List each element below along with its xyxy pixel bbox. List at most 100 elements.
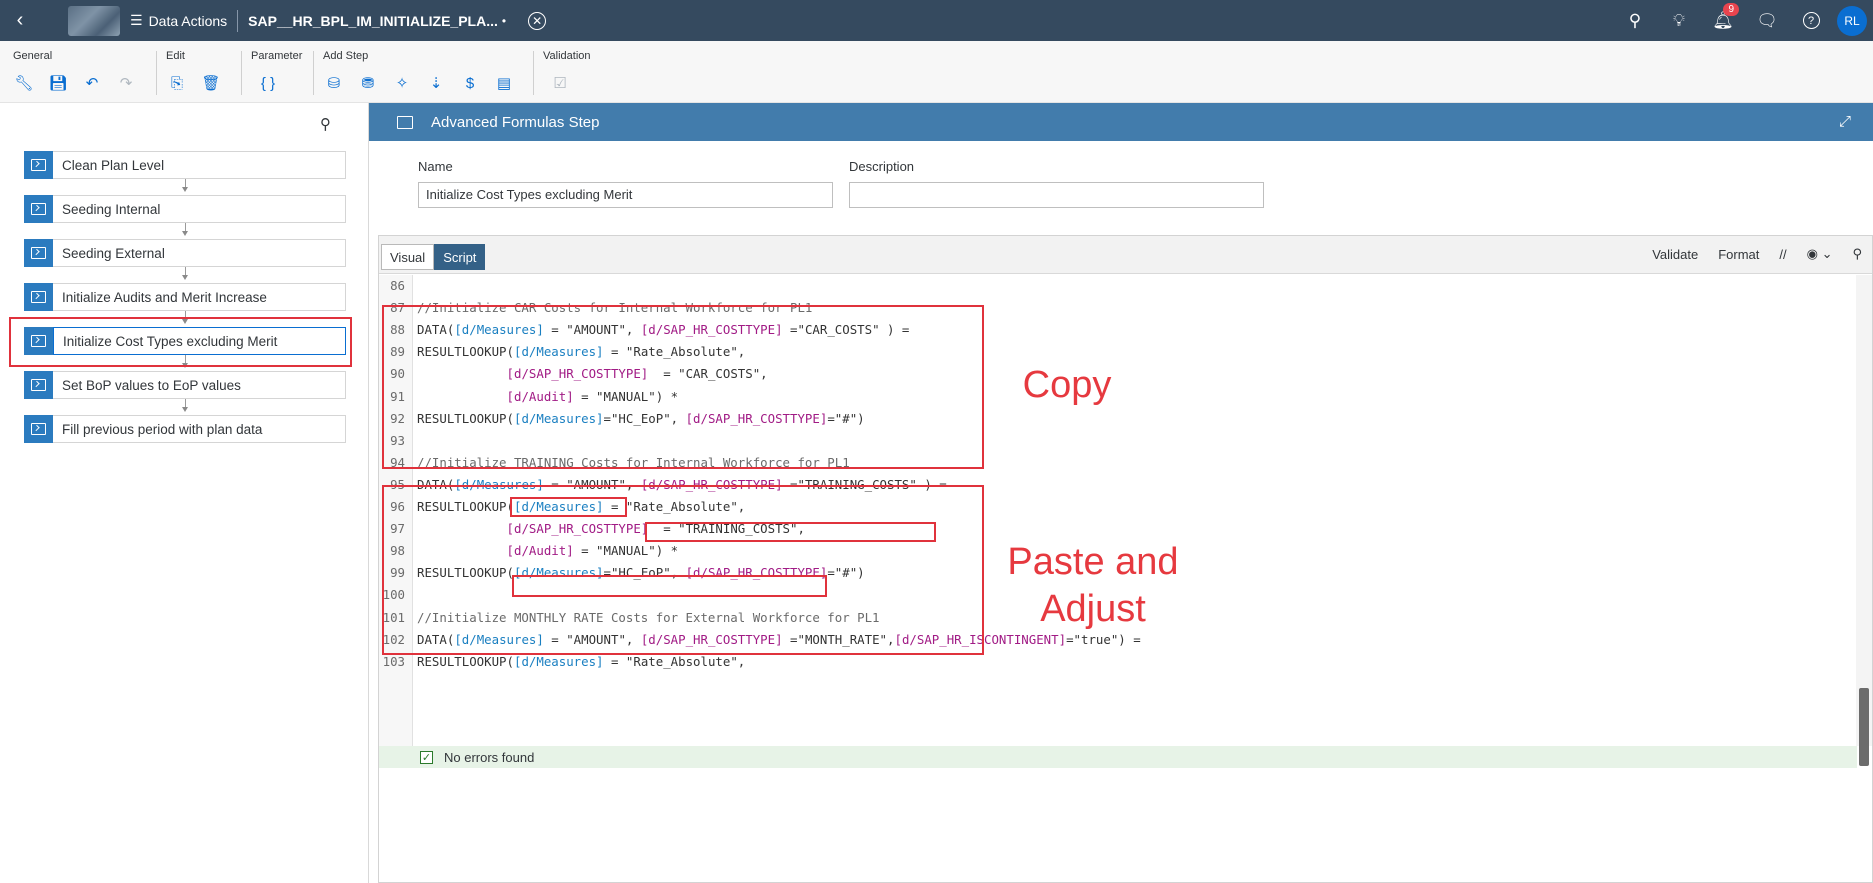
mode-switch: Visual Script — [381, 244, 486, 270]
chat-icon: 🗨︎ — [1756, 10, 1778, 30]
close-document-button[interactable]: ✕ — [528, 11, 547, 30]
lightbulb-icon: 💡︎ — [1673, 10, 1685, 30]
toolbar-group-add-step: Add Step ⛁ ⛃ ✧ ⇣ $ ▤ — [323, 50, 515, 93]
panel-title: Advanced Formulas Step — [431, 113, 600, 131]
chevron-left-icon: ‹ — [16, 9, 24, 31]
step-list-panel: ⚲ Clean Plan Level Seeding Internal Seed… — [0, 103, 369, 883]
discussions-button[interactable]: 🗨︎ — [1745, 0, 1789, 41]
search-button[interactable]: ⚲ — [1613, 0, 1657, 41]
user-avatar[interactable]: RL — [1837, 5, 1867, 36]
name-field[interactable]: Initialize Cost Types excluding Merit — [418, 182, 833, 208]
tab-script[interactable]: Script — [434, 244, 486, 270]
step-panel-header: Advanced Formulas Step ⤢ — [369, 103, 1873, 141]
allocation-step-icon[interactable]: ✧ — [391, 73, 413, 93]
group-label: Edit — [166, 50, 185, 62]
parameter-braces-icon[interactable]: { } — [257, 73, 279, 93]
highlight-box-paste — [382, 485, 984, 655]
toolbar-group-general: General 🔧︎ 💾︎ ↶ ↷ — [13, 50, 137, 93]
highlight-costtype-data — [645, 522, 936, 542]
copy-step-icon[interactable]: ⛁ — [323, 73, 345, 93]
redo-icon[interactable]: ↷ — [115, 73, 137, 93]
highlight-box-selected-step — [9, 317, 352, 367]
code-line[interactable]: 86 — [379, 275, 1857, 297]
formula-step-icon — [24, 239, 53, 267]
back-button[interactable]: ‹ — [0, 0, 40, 41]
divider — [156, 51, 157, 95]
status-message: No errors found — [444, 749, 535, 765]
divider — [241, 51, 242, 95]
description-label: Description — [849, 159, 915, 174]
step-item[interactable]: Seeding Internal — [24, 195, 346, 223]
advanced-formulas-icon — [397, 115, 413, 129]
help-icon: ? — [1802, 12, 1820, 29]
advanced-formulas-icon[interactable]: ▤ — [493, 73, 515, 93]
toolbar-group-parameter: Parameter { } — [251, 50, 302, 93]
step-item[interactable]: Clean Plan Level — [24, 151, 346, 179]
validate-checkbox-icon[interactable]: ☑ — [549, 73, 571, 93]
unsaved-indicator: • — [501, 13, 507, 28]
step-label: Fill previous period with plan data — [53, 415, 346, 443]
toolbar: General 🔧︎ 💾︎ ↶ ↷ Edit ⎘ 🗑︎ Parameter { … — [0, 41, 1873, 103]
description-field[interactable] — [849, 182, 1264, 208]
connector-arrow — [182, 179, 188, 192]
format-button[interactable]: Format — [1718, 247, 1759, 262]
wrench-icon[interactable]: 🔧︎ — [13, 73, 35, 93]
ideas-button[interactable]: 💡︎ — [1657, 0, 1701, 41]
formula-step-icon — [24, 415, 53, 443]
document-title: SAP__HR_BPL_IM_INITIALIZE_PLA... — [248, 12, 498, 29]
expand-icon[interactable]: ⤢ — [1839, 113, 1851, 130]
notification-badge: 9 — [1723, 3, 1739, 16]
save-icon[interactable]: 💾︎ — [47, 73, 69, 93]
highlight-box-copy — [382, 305, 984, 469]
scrollbar-thumb[interactable] — [1859, 688, 1869, 766]
highlight-training-costs — [510, 497, 627, 517]
nav-label: Data Actions — [148, 12, 228, 29]
connector-arrow — [182, 223, 188, 236]
group-label: Add Step — [323, 50, 369, 62]
connector-arrow — [182, 267, 188, 280]
notifications-button[interactable]: 🔔︎ 9 — [1701, 0, 1745, 41]
validation-status: ✓ No errors found — [379, 746, 1857, 768]
divider — [237, 9, 239, 32]
data-actions-icon: ☰ — [130, 12, 143, 28]
cross-model-copy-icon[interactable]: ⛃ — [357, 73, 379, 93]
company-logo[interactable] — [68, 5, 120, 36]
name-label: Name — [418, 159, 453, 174]
search-icon: ⚲ — [1628, 10, 1642, 30]
formula-step-icon — [24, 151, 53, 179]
step-label: Clean Plan Level — [53, 151, 346, 179]
group-label: General — [13, 50, 53, 62]
annotation-paste-line1: Paste and — [1007, 541, 1179, 583]
step-item[interactable]: Initialize Audits and Merit Increase — [24, 283, 346, 311]
help-button[interactable]: ? — [1789, 0, 1833, 41]
formula-step-icon — [24, 195, 53, 223]
step-label: Set BoP values to EoP values — [53, 371, 346, 399]
close-icon: ✕ — [532, 13, 543, 28]
check-icon: ✓ — [420, 750, 433, 764]
step-label: Seeding Internal — [53, 195, 346, 223]
comment-toggle-button[interactable]: // — [1779, 247, 1786, 262]
step-label: Initialize Audits and Merit Increase — [53, 283, 346, 311]
shell-bar: ‹ ☰ Data Actions SAP__HR_BPL_IM_INITIALI… — [0, 0, 1873, 41]
embedded-step-icon[interactable]: ⇣ — [425, 73, 447, 93]
line-number: 86 — [390, 278, 405, 293]
nav-data-actions[interactable]: ☰ Data Actions — [130, 12, 227, 29]
undo-icon[interactable]: ↶ — [81, 73, 103, 93]
editor-toolbar: Visual Script Validate Format // ◉ ⌄ ⚲ — [379, 236, 1872, 274]
currency-conversion-icon[interactable]: $ — [459, 73, 481, 93]
step-item[interactable]: Set BoP values to EoP values — [24, 371, 346, 399]
search-icon[interactable]: ⚲ — [320, 115, 331, 133]
search-icon[interactable]: ⚲ — [1852, 246, 1862, 262]
delete-icon[interactable]: 🗑︎ — [200, 73, 222, 93]
validate-button[interactable]: Validate — [1652, 247, 1698, 262]
vertical-scrollbar[interactable] — [1856, 275, 1872, 766]
divider — [533, 51, 534, 95]
step-item[interactable]: Seeding External — [24, 239, 346, 267]
copy-icon[interactable]: ⎘ — [166, 73, 188, 93]
step-item[interactable]: Fill previous period with plan data — [24, 415, 346, 443]
group-label: Validation — [543, 50, 591, 62]
tab-visual[interactable]: Visual — [381, 244, 435, 270]
eye-icon[interactable]: ◉ ⌄ — [1807, 246, 1833, 262]
highlight-costtype-lookup — [512, 575, 827, 597]
formula-step-icon — [24, 371, 53, 399]
